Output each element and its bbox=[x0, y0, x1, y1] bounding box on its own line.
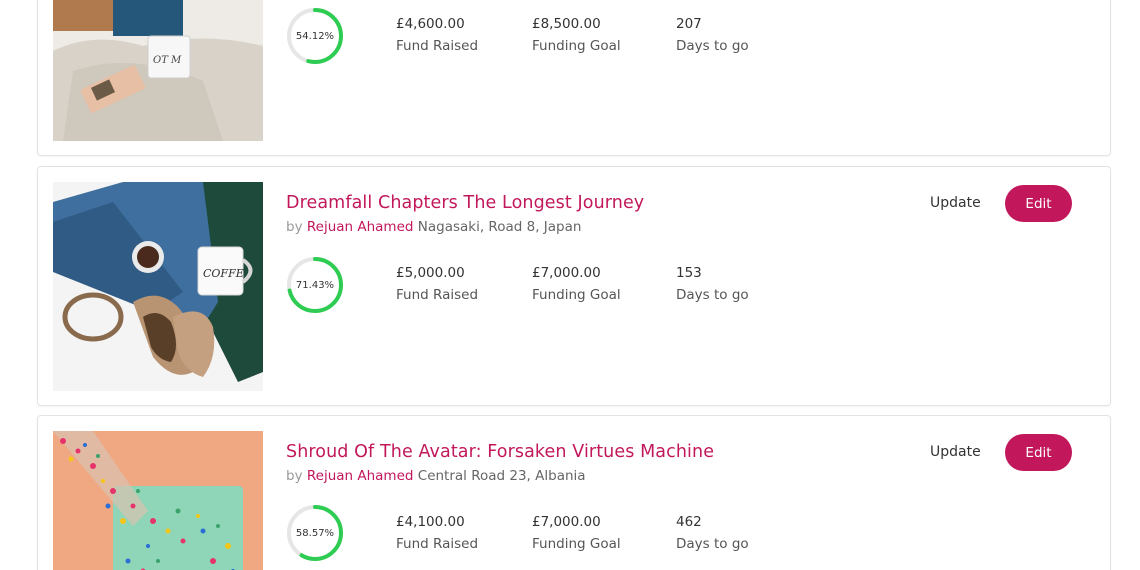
campaign-location: Nagasaki, Road 8, Japan bbox=[417, 219, 582, 235]
days-to-go-label: Days to go bbox=[676, 38, 749, 54]
days-to-go-stat: 153 Days to go bbox=[676, 265, 749, 303]
funding-goal-stat: £8,500.00 Funding Goal bbox=[532, 16, 621, 54]
days-to-go-label: Days to go bbox=[676, 287, 749, 303]
by-label: by bbox=[286, 468, 303, 484]
progress-percent: 58.57% bbox=[295, 527, 335, 539]
funding-goal-stat: £7,000.00 Funding Goal bbox=[532, 514, 621, 552]
days-to-go-stat: 462 Days to go bbox=[676, 514, 749, 552]
funding-goal-value: £7,000.00 bbox=[532, 514, 601, 530]
fund-raised-value: £4,600.00 bbox=[396, 16, 465, 32]
fund-raised-label: Fund Raised bbox=[396, 536, 479, 552]
svg-text:OT M: OT M bbox=[153, 55, 182, 66]
campaign-byline: by Rejuan Ahamed Central Road 23, Albani… bbox=[286, 468, 586, 484]
progress-percent: 71.43% bbox=[295, 279, 335, 291]
days-to-go-stat: 207 Days to go bbox=[676, 16, 749, 54]
fund-raised-label: Fund Raised bbox=[396, 38, 479, 54]
by-label: by bbox=[286, 219, 303, 235]
days-to-go-value: 462 bbox=[676, 514, 702, 530]
funding-goal-value: £7,000.00 bbox=[532, 265, 601, 281]
fund-raised-stat: £4,100.00 Fund Raised bbox=[396, 514, 478, 552]
progress-ring: 71.43% bbox=[286, 256, 344, 314]
campaign-title[interactable]: Dreamfall Chapters The Longest Journey bbox=[286, 193, 644, 213]
campaign-thumbnail[interactable]: COFFE bbox=[53, 182, 263, 391]
funding-goal-label: Funding Goal bbox=[532, 287, 621, 303]
edit-button[interactable]: Edit bbox=[1005, 434, 1072, 471]
svg-text:COFFE: COFFE bbox=[203, 267, 244, 280]
fund-raised-stat: £4,600.00 Fund Raised bbox=[396, 16, 478, 54]
campaign-location: Central Road 23, Albania bbox=[417, 468, 586, 484]
campaign-thumbnail[interactable] bbox=[53, 431, 263, 570]
progress-ring: 54.12% bbox=[286, 7, 344, 65]
campaign-card: Shroud Of The Avatar: Forsaken Virtues M… bbox=[37, 415, 1111, 570]
update-button[interactable]: Update bbox=[930, 444, 981, 460]
campaign-card: OT M 54.12% £4,600.00 Fund Raised £8,500… bbox=[37, 0, 1111, 156]
edit-button[interactable]: Edit bbox=[1005, 185, 1072, 222]
days-to-go-value: 207 bbox=[676, 16, 702, 32]
fund-raised-stat: £5,000.00 Fund Raised bbox=[396, 265, 478, 303]
campaign-card: COFFE Dreamfall Chapters The Longest Jou… bbox=[37, 166, 1111, 406]
funding-goal-label: Funding Goal bbox=[532, 536, 621, 552]
author-link[interactable]: Rejuan Ahamed bbox=[307, 468, 414, 484]
fund-raised-value: £5,000.00 bbox=[396, 265, 465, 281]
funding-goal-label: Funding Goal bbox=[532, 38, 621, 54]
campaign-title[interactable]: Shroud Of The Avatar: Forsaken Virtues M… bbox=[286, 442, 714, 462]
funding-goal-stat: £7,000.00 Funding Goal bbox=[532, 265, 621, 303]
campaign-thumbnail[interactable]: OT M bbox=[53, 0, 263, 141]
fund-raised-value: £4,100.00 bbox=[396, 514, 465, 530]
funding-goal-value: £8,500.00 bbox=[532, 16, 601, 32]
update-button[interactable]: Update bbox=[930, 195, 981, 211]
campaign-byline: by Rejuan Ahamed Nagasaki, Road 8, Japan bbox=[286, 219, 581, 235]
progress-ring: 58.57% bbox=[286, 504, 344, 562]
fund-raised-label: Fund Raised bbox=[396, 287, 479, 303]
progress-percent: 54.12% bbox=[295, 30, 335, 42]
days-to-go-value: 153 bbox=[676, 265, 702, 281]
author-link[interactable]: Rejuan Ahamed bbox=[307, 219, 414, 235]
days-to-go-label: Days to go bbox=[676, 536, 749, 552]
